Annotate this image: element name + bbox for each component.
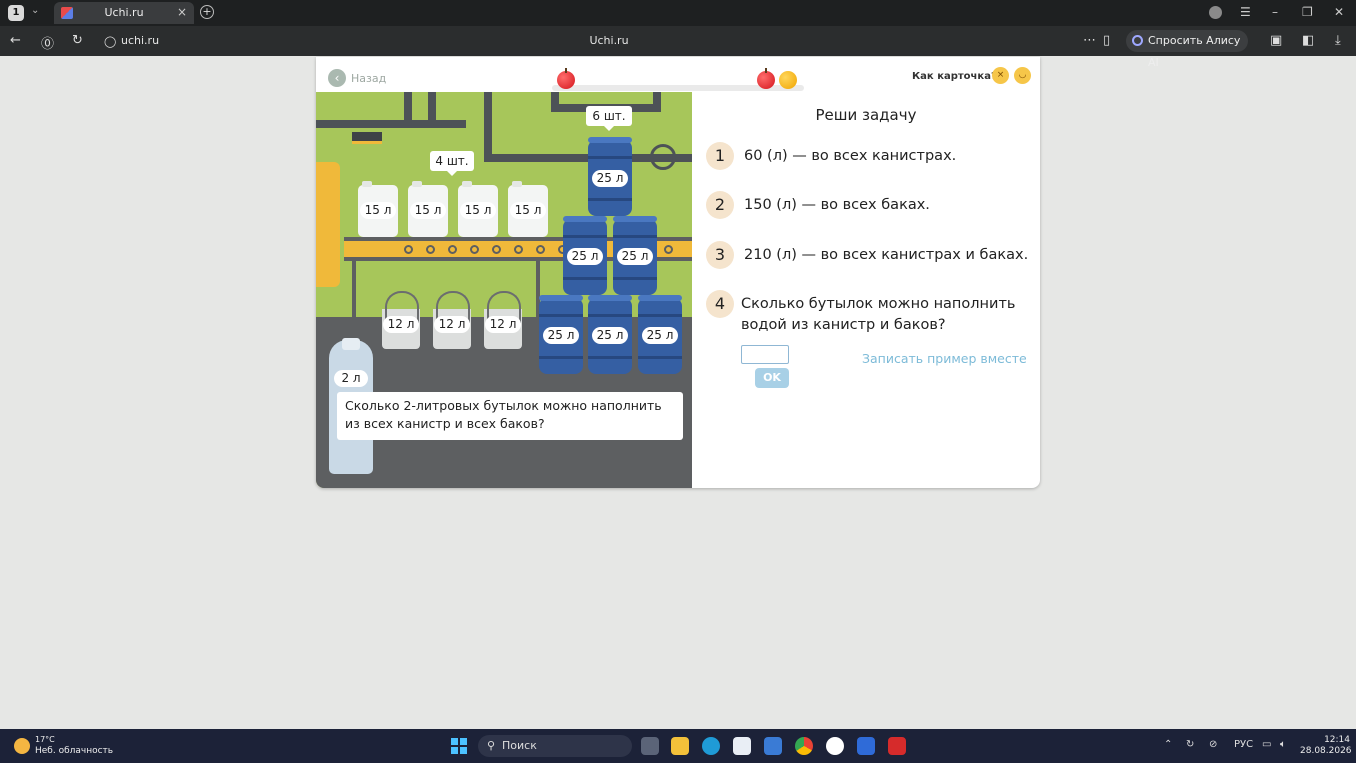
- mail-icon[interactable]: [764, 737, 782, 755]
- happy-face-icon[interactable]: ◡: [1014, 67, 1031, 84]
- restore-icon[interactable]: ❐: [1302, 5, 1313, 19]
- panel-title: Реши задачу: [815, 106, 917, 124]
- collections-icon[interactable]: ▣: [1270, 33, 1282, 48]
- windows-start-icon[interactable]: [451, 738, 467, 754]
- barrel-volume-label: 25 л: [642, 327, 678, 344]
- task-question: Сколько 2-литровых бутылок можно наполни…: [337, 392, 683, 440]
- edge-browser-icon[interactable]: [702, 737, 720, 755]
- apple-icon: [557, 68, 575, 89]
- bottle-volume-label: 2 л: [334, 370, 368, 387]
- new-tab-plus-icon[interactable]: +: [200, 5, 214, 19]
- taskbar: 17°C Неб. облачность ⚲ Поиск ⌃ ↻ ⊘ РУС ▭…: [0, 729, 1356, 763]
- clock-date[interactable]: 28.08.2026: [1300, 746, 1352, 756]
- conveyor-machine: [316, 162, 340, 287]
- nozzle: [352, 132, 382, 144]
- bookmark-icon[interactable]: ▯: [1103, 33, 1110, 48]
- step-number: 2: [706, 191, 734, 219]
- yandex-browser-icon[interactable]: [826, 737, 844, 755]
- browser-tab[interactable]: Uchi.ru ×: [54, 2, 194, 24]
- page-title: Uchi.ru: [589, 34, 629, 47]
- canister-volume-label: 15 л: [460, 202, 496, 219]
- chevron-up-icon[interactable]: ⌃: [1164, 739, 1172, 750]
- ask-alice-button[interactable]: Спросить Алису AI: [1126, 30, 1248, 69]
- task-view-icon[interactable]: [641, 737, 659, 755]
- barrel-volume-label: 25 л: [543, 327, 579, 344]
- lesson-card: ‹ Назад Как карточка? × ◡ 4 шт. 15 л 15 …: [316, 57, 1040, 488]
- language-indicator[interactable]: РУС: [1234, 739, 1253, 750]
- barrel-volume-label: 25 л: [617, 248, 653, 265]
- pipe: [316, 120, 466, 128]
- canister-volume-label: 15 л: [510, 202, 546, 219]
- network-icon[interactable]: ⊘: [1209, 739, 1217, 750]
- chevron-down-icon[interactable]: ⌄: [31, 5, 39, 16]
- search-icon: ⚲: [487, 739, 496, 752]
- feedback-label: Как карточка?: [912, 71, 997, 82]
- minimize-icon[interactable]: –: [1272, 5, 1278, 19]
- step-text: 60 (л) — во всех канистрах.: [744, 148, 957, 164]
- barrel-volume-label: 25 л: [592, 327, 628, 344]
- app-icon[interactable]: [857, 737, 875, 755]
- pipe: [484, 92, 492, 162]
- browser-tab-bar: 1 ⌄ Uchi.ru × + ☰ – ❐ ✕: [0, 0, 1356, 26]
- answer-input[interactable]: [741, 345, 789, 364]
- step-text: Сколько бутылок можно наполнить водой из…: [741, 296, 1016, 333]
- orange-icon: [779, 71, 797, 89]
- step-number: 4: [706, 290, 734, 318]
- bucket-volume-label: 12 л: [383, 316, 419, 333]
- chrome-icon[interactable]: [795, 737, 813, 755]
- display-icon[interactable]: ▭: [1262, 739, 1271, 750]
- step-number: 3: [706, 241, 734, 269]
- store-icon[interactable]: [733, 737, 751, 755]
- alice-icon: [1132, 35, 1143, 46]
- bucket-volume-label: 12 л: [485, 316, 521, 333]
- window-close-icon[interactable]: ✕: [1334, 5, 1344, 19]
- write-together-link[interactable]: Записать пример вместе: [862, 351, 1027, 366]
- step-text: 150 (л) — во всех баках.: [744, 197, 930, 213]
- pipe: [653, 92, 661, 112]
- kaspersky-icon[interactable]: [888, 737, 906, 755]
- bottle-cap: [342, 338, 360, 350]
- barrel-volume-label: 25 л: [592, 170, 628, 187]
- ok-button[interactable]: OK: [755, 368, 789, 388]
- barrel-volume-label: 25 л: [567, 248, 603, 265]
- tab-counter-button[interactable]: 1: [8, 5, 24, 21]
- search-placeholder: Поиск: [502, 739, 537, 752]
- apple-icon: [757, 68, 775, 89]
- pipe: [404, 92, 412, 128]
- sad-face-icon[interactable]: ×: [992, 67, 1009, 84]
- ask-alice-label: Спросить Алису AI: [1148, 34, 1241, 69]
- canister-count-label: 4 шт.: [430, 151, 474, 176]
- close-icon[interactable]: ×: [177, 5, 187, 19]
- sync-icon[interactable]: ↻: [1186, 739, 1194, 750]
- weather-sun-icon[interactable]: [14, 738, 30, 754]
- volume-icon[interactable]: 🔈︎: [1280, 739, 1286, 750]
- back-label[interactable]: Назад: [351, 72, 386, 85]
- downloads-icon[interactable]: ⤓: [1335, 33, 1341, 48]
- profile-avatar-icon[interactable]: [1209, 6, 1222, 19]
- canister-volume-label: 15 л: [360, 202, 396, 219]
- valve-wheel-icon: [650, 144, 676, 170]
- step-text: 210 (л) — во всех канистрах и баках.: [744, 247, 1029, 263]
- taskbar-search[interactable]: ⚲ Поиск: [478, 735, 632, 757]
- clock-time[interactable]: 12:14: [1320, 735, 1350, 745]
- weather-temperature[interactable]: 17°C: [35, 735, 55, 744]
- file-explorer-icon[interactable]: [671, 737, 689, 755]
- back-arrow-icon[interactable]: ‹: [328, 69, 346, 87]
- solution-panel: Реши задачу 1 60 (л) — во всех канистрах…: [692, 92, 1040, 488]
- tab-title: Uchi.ru: [104, 6, 144, 19]
- weather-description[interactable]: Неб. облачность: [35, 746, 113, 756]
- step-number: 1: [706, 142, 734, 170]
- extension-icon[interactable]: ◧: [1302, 33, 1314, 48]
- task-illustration: 4 шт. 15 л 15 л 15 л 15 л 6 шт. 25 л 25 …: [316, 92, 692, 488]
- canister-volume-label: 15 л: [410, 202, 446, 219]
- address-bar: ← ⓪ ↻ ◯ uchi.ru Uchi.ru ⋯ ▯ Спросить Али…: [0, 26, 1356, 69]
- bucket-volume-label: 12 л: [434, 316, 470, 333]
- pipe: [428, 92, 436, 120]
- barrel-count-label: 6 шт.: [586, 106, 632, 131]
- menu-hamburger-icon[interactable]: ☰: [1240, 5, 1251, 19]
- more-dots-icon[interactable]: ⋯: [1083, 33, 1096, 48]
